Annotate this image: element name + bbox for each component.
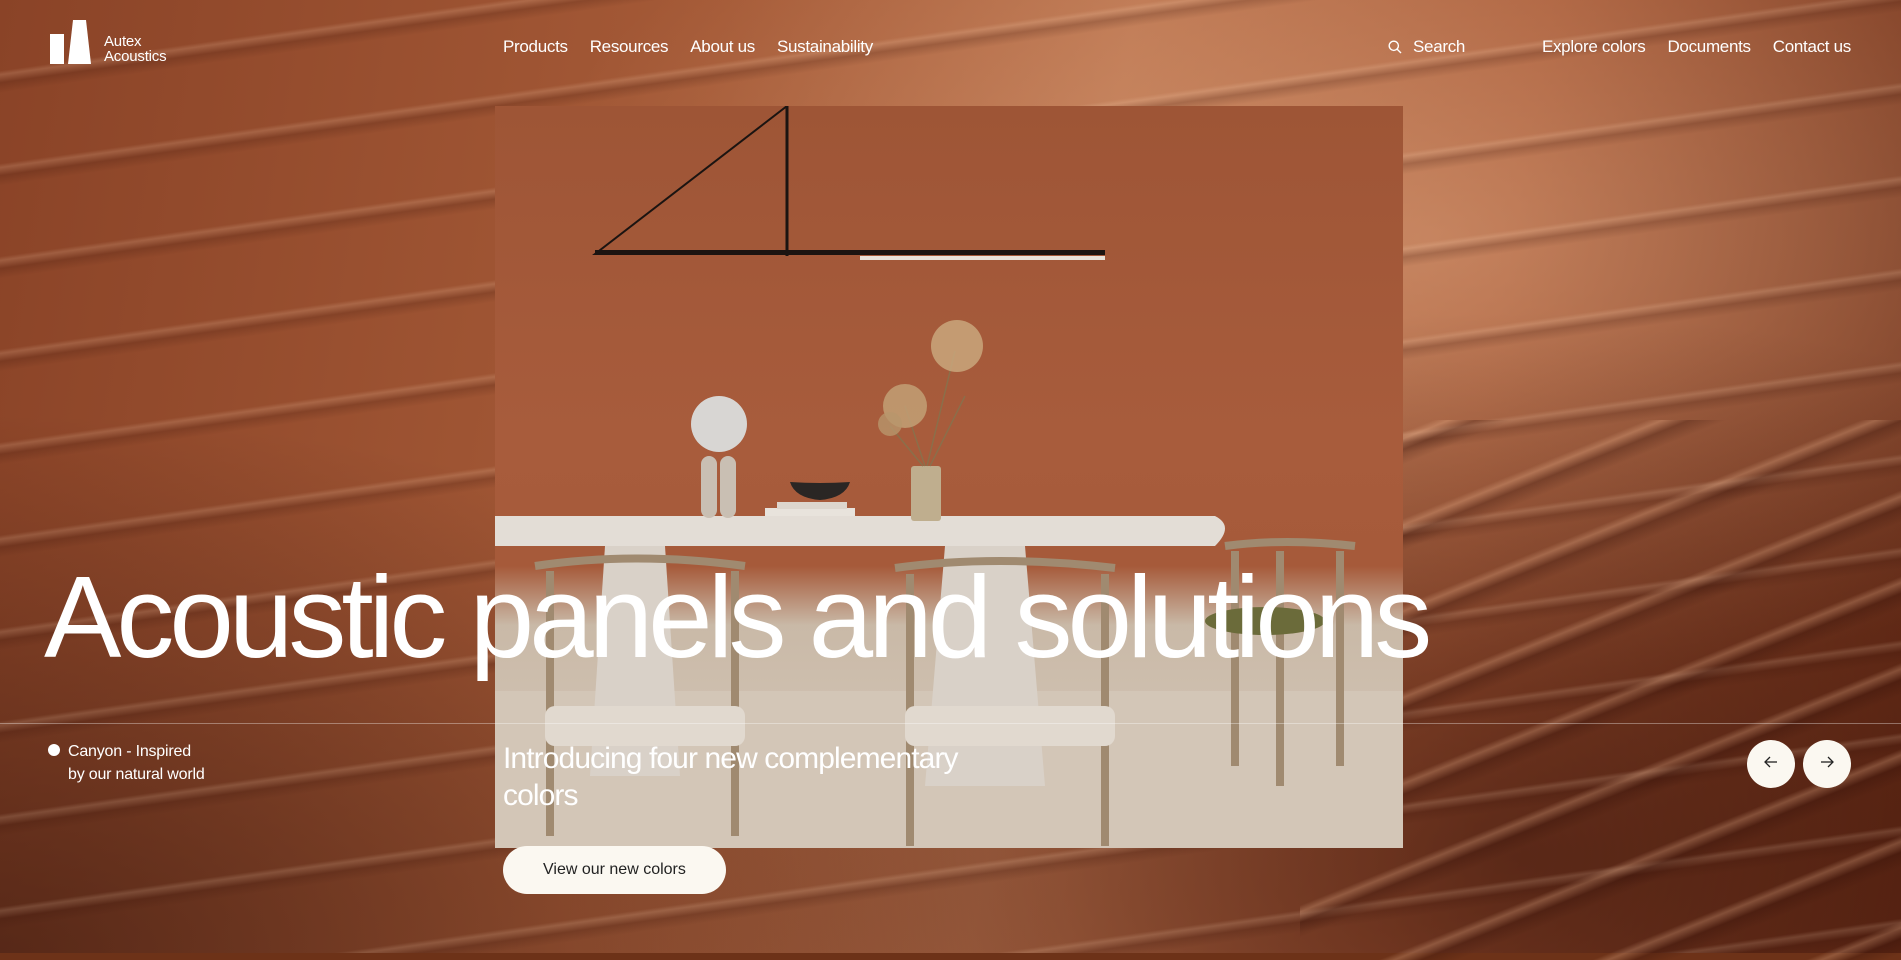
nav-sustainability[interactable]: Sustainability [777, 37, 873, 57]
next-slide-button[interactable] [1803, 740, 1851, 788]
active-slide-dot-icon [48, 744, 60, 756]
search-icon [1388, 40, 1402, 54]
hero-divider [0, 723, 1901, 724]
brand-name-line2: Acoustics [104, 48, 167, 65]
arrow-left-icon [1764, 755, 1778, 773]
slide-label: Canyon - Inspired by our natural world [48, 740, 208, 786]
previous-slide-button[interactable] [1747, 740, 1795, 788]
arrow-right-icon [1820, 755, 1834, 773]
search-label: Search [1413, 37, 1466, 56]
brand-name-line1: Autex [104, 33, 142, 50]
view-new-colors-button[interactable]: View our new colors [503, 846, 726, 894]
nav-about-us[interactable]: About us [690, 37, 755, 57]
nav-resources[interactable]: Resources [590, 37, 669, 57]
site-header: Autex Acoustics Products Resources About… [0, 0, 1901, 92]
hero-intro: Introducing four new complementary color… [503, 742, 959, 812]
autex-logo-icon [48, 20, 92, 64]
search-button[interactable]: Search [1388, 37, 1465, 57]
featured-interior-image [495, 106, 1403, 848]
main-nav: Products Resources About us Sustainabili… [503, 37, 895, 57]
hero-headline: Acoustic panels and solutions [44, 552, 1432, 682]
nav-products[interactable]: Products [503, 37, 568, 57]
nav-contact-us[interactable]: Contact us [1773, 37, 1852, 57]
secondary-nav: Explore colors Documents Contact us [1520, 37, 1851, 57]
autex-logo[interactable]: Autex Acoustics [48, 20, 167, 65]
brand-name: Autex Acoustics [104, 33, 167, 65]
slide-label-text: Canyon - Inspired by our natural world [68, 743, 205, 783]
nav-explore-colors[interactable]: Explore colors [1542, 37, 1646, 57]
nav-documents[interactable]: Documents [1667, 37, 1751, 57]
